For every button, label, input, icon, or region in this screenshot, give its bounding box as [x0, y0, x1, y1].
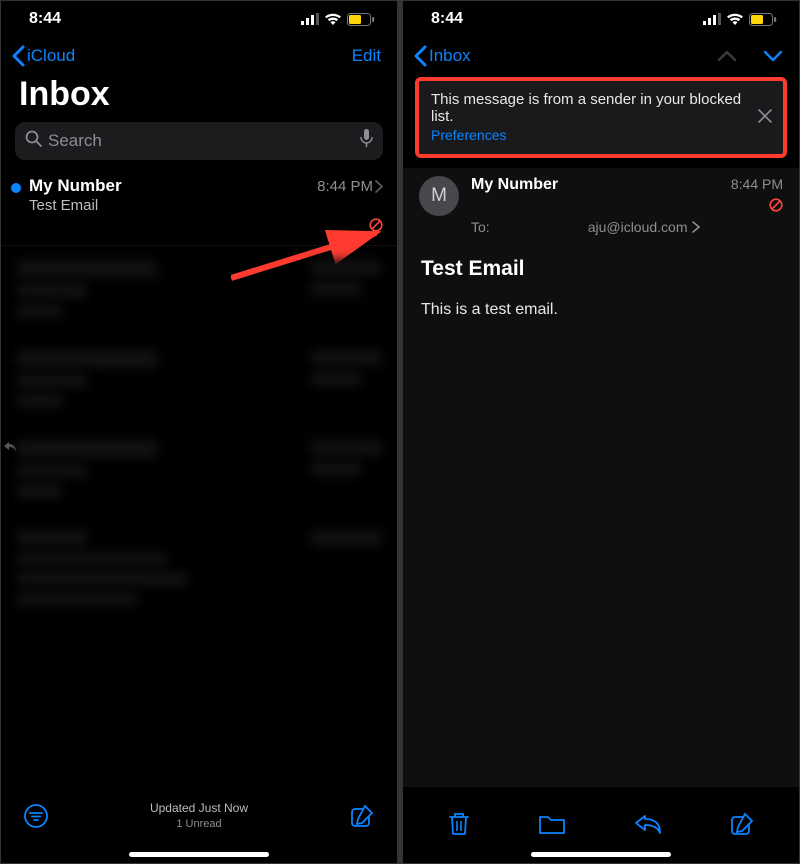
delete-button[interactable]: [447, 811, 471, 837]
cellular-icon: [301, 13, 319, 25]
message-time: 8:44 PM: [317, 178, 383, 195]
blurred-row: [1, 246, 397, 336]
blocked-icon: [769, 198, 783, 217]
reply-indicator-icon: [3, 440, 17, 458]
status-bar: 8:44: [1, 1, 397, 37]
phone-left: 8:44 iCloud Edit Inbox: [1, 1, 397, 863]
move-button[interactable]: [538, 813, 566, 835]
blurred-row: [1, 516, 397, 624]
page-title: Inbox: [1, 71, 397, 122]
chevron-left-icon: [413, 45, 427, 67]
status-bar: 8:44: [403, 1, 799, 37]
close-banner-button[interactable]: [757, 108, 773, 128]
detail-text: This is a test email.: [421, 301, 781, 319]
back-button[interactable]: iCloud: [11, 45, 75, 67]
status-right: [703, 13, 777, 26]
preferences-link[interactable]: Preferences: [431, 127, 506, 143]
compose-button[interactable]: [729, 811, 755, 837]
blocked-icon: [369, 219, 383, 236]
detail-subject: Test Email: [421, 257, 781, 281]
message-subject: Test Email: [29, 197, 383, 214]
message-main: My Number 8:44 PM Test Email: [29, 176, 383, 237]
chevron-left-icon: [11, 45, 25, 67]
message-header: M My Number 8:44 PM To: aju@icloud.com: [403, 168, 799, 247]
battery-icon: [347, 13, 375, 26]
search-bar[interactable]: [15, 122, 383, 160]
edit-button[interactable]: Edit: [352, 46, 381, 66]
nav-bar: Inbox: [403, 37, 799, 71]
blurred-row: [1, 426, 397, 516]
status-time: 8:44: [29, 10, 61, 28]
blocked-banner: This message is from a sender in your bl…: [415, 77, 787, 158]
bottom-status: Updated Just Now 1 Unread: [150, 801, 248, 831]
redacted-recipient: [494, 220, 584, 234]
compose-button[interactable]: [349, 803, 375, 829]
back-label: iCloud: [27, 46, 75, 66]
home-indicator: [129, 852, 269, 857]
to-suffix: aju@icloud.com: [588, 219, 688, 235]
detail-sender[interactable]: My Number: [471, 176, 558, 194]
home-indicator: [531, 852, 671, 857]
prev-message-button[interactable]: [717, 50, 737, 62]
status-right: [301, 13, 375, 26]
message-row[interactable]: My Number 8:44 PM Test Email: [1, 170, 397, 246]
blurred-row: [1, 336, 397, 426]
detail-time: 8:44 PM: [731, 176, 783, 192]
status-time: 8:44: [431, 10, 463, 28]
detail-to[interactable]: To: aju@icloud.com: [471, 219, 783, 235]
back-label: Inbox: [429, 46, 471, 66]
to-prefix: To:: [471, 219, 490, 235]
avatar[interactable]: M: [419, 176, 459, 216]
cellular-icon: [703, 13, 721, 25]
banner-text: This message is from a sender in your bl…: [431, 91, 747, 125]
filter-button[interactable]: [23, 803, 49, 829]
search-icon: [25, 130, 42, 152]
chevron-right-icon: [375, 180, 383, 193]
next-message-button[interactable]: [763, 50, 783, 62]
battery-icon: [749, 13, 777, 26]
status-sub: 1 Unread: [150, 817, 248, 831]
mic-icon[interactable]: [360, 129, 373, 153]
reply-button[interactable]: [634, 813, 662, 835]
wifi-icon: [324, 13, 342, 26]
message-body: Test Email This is a test email.: [403, 247, 799, 787]
search-input[interactable]: [48, 131, 354, 151]
phone-right: 8:44 Inbox: [403, 1, 799, 863]
wifi-icon: [726, 13, 744, 26]
chevron-right-icon: [692, 221, 700, 233]
back-button[interactable]: Inbox: [413, 45, 471, 67]
nav-bar: iCloud Edit: [1, 37, 397, 71]
status-text: Updated Just Now: [150, 801, 248, 817]
unread-dot-icon: [11, 183, 21, 193]
message-sender: My Number: [29, 176, 122, 196]
